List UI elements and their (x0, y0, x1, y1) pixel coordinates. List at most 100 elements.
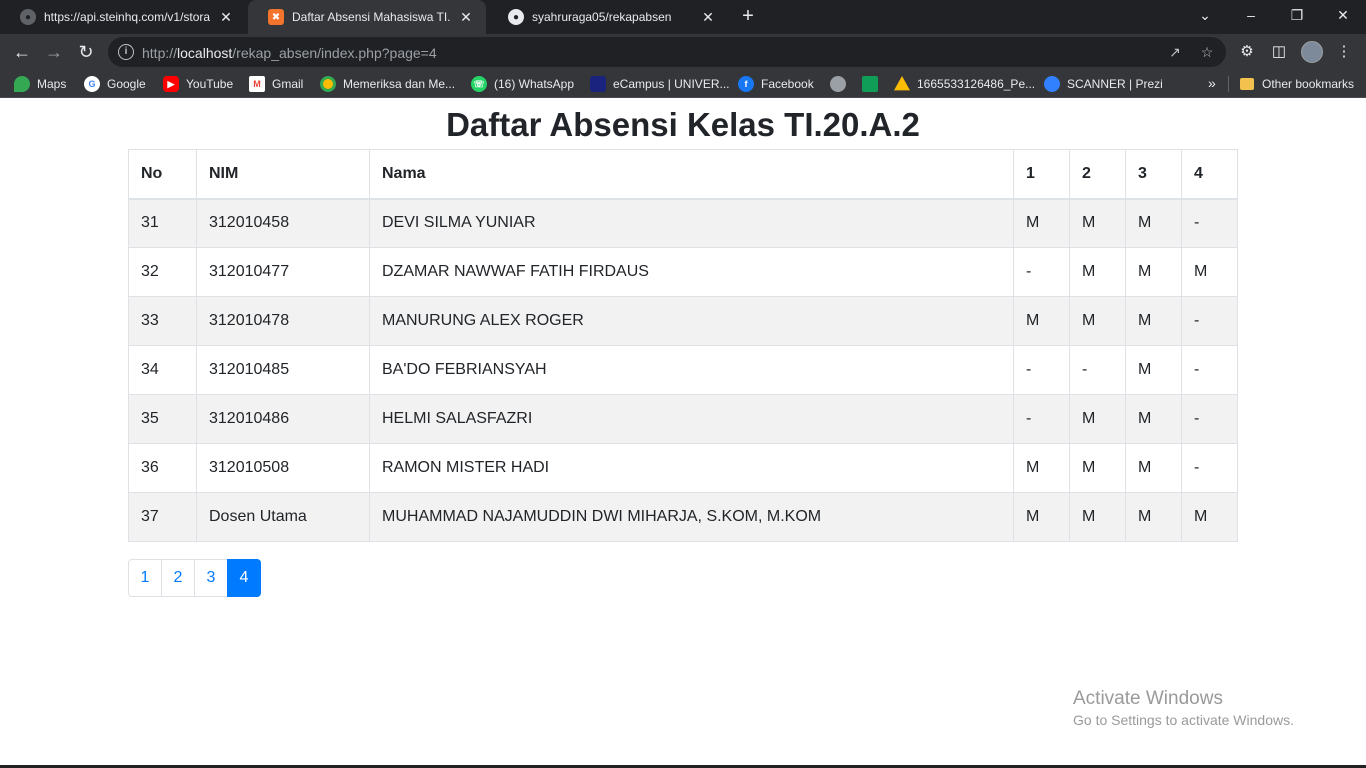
back-button[interactable]: ← (10, 40, 34, 64)
close-window-button[interactable]: ✕ (1320, 0, 1366, 30)
bookmark-drive-file[interactable]: 1665533126486_Pe... (894, 76, 1035, 92)
other-bookmarks[interactable]: Other bookmarks (1240, 76, 1354, 92)
cell-nama: BA'DO FEBRIANSYAH (369, 345, 1014, 395)
cell-meeting-2: - (1069, 345, 1126, 395)
page-link-1[interactable]: 1 (128, 559, 162, 597)
table-header-row: No NIM Nama 1 2 3 4 (128, 149, 1238, 200)
cell-meeting-3: M (1125, 394, 1182, 444)
cell-no: 36 (128, 443, 197, 493)
bookmark-gmail[interactable]: M Gmail (249, 76, 303, 92)
new-tab-button[interactable]: + (738, 6, 758, 26)
cell-no: 37 (128, 492, 197, 542)
bookmark-youtube[interactable]: ▶ YouTube (163, 76, 233, 92)
cell-no: 35 (128, 394, 197, 444)
column-header-meeting-4: 4 (1181, 149, 1238, 200)
cell-meeting-2: M (1069, 443, 1126, 493)
cell-nim: 312010486 (196, 394, 370, 444)
cell-meeting-4: - (1181, 198, 1238, 248)
column-header-nama: Nama (369, 149, 1014, 200)
cell-meeting-1: - (1013, 394, 1070, 444)
bookmark-label: SCANNER | Prezi (1067, 77, 1163, 91)
cell-meeting-1: - (1013, 247, 1070, 297)
cell-no: 34 (128, 345, 197, 395)
bookmark-separator (1228, 76, 1229, 92)
youtube-icon: ▶ (163, 76, 179, 92)
tab-daftar-absensi[interactable]: ✖ Daftar Absensi Mahasiswa TI.20.A ✕ (248, 0, 486, 34)
tab-steinhq[interactable]: ● https://api.steinhq.com/v1/storag ✕ (0, 0, 246, 34)
bookmark-globe[interactable] (830, 76, 853, 92)
watermark-title: Activate Windows (1073, 688, 1223, 709)
cell-nama: DZAMAR NAWWAF FATIH FIRDAUS (369, 247, 1014, 297)
close-icon[interactable]: ✕ (458, 9, 474, 26)
cell-meeting-1: M (1013, 492, 1070, 542)
star-icon[interactable]: ☆ (1198, 43, 1216, 61)
pagination: 1 2 3 4 (128, 559, 261, 597)
cell-meeting-2: M (1069, 198, 1126, 248)
address-bar[interactable]: i http://localhost/rekap_absen/index.php… (108, 37, 1226, 67)
page-link-4-active[interactable]: 4 (227, 559, 261, 597)
cell-meeting-3: M (1125, 247, 1182, 297)
table-row: 33 312010478 MANURUNG ALEX ROGER M M M - (128, 296, 1238, 346)
folder-icon (862, 76, 878, 92)
avatar[interactable] (1301, 41, 1323, 63)
cell-meeting-3: M (1125, 443, 1182, 493)
info-icon[interactable]: i (118, 44, 134, 60)
page-link-2[interactable]: 2 (161, 559, 195, 597)
tab-search-icon[interactable]: ⌄ (1182, 0, 1228, 30)
page-link-3[interactable]: 3 (194, 559, 228, 597)
cell-meeting-2: M (1069, 296, 1126, 346)
bookmark-label: 1665533126486_Pe... (917, 77, 1036, 91)
column-header-meeting-3: 3 (1125, 149, 1182, 200)
bookmark-maps[interactable]: Maps (14, 76, 66, 92)
cell-nama: DEVI SILMA YUNIAR (369, 198, 1014, 248)
chrome-icon (320, 76, 336, 92)
bookmark-label: Facebook (761, 77, 814, 91)
bookmark-folder-green[interactable] (862, 76, 885, 92)
close-icon[interactable]: ✕ (700, 9, 716, 26)
table-row: 34 312010485 BA'DO FEBRIANSYAH - - M - (128, 345, 1238, 395)
bookmarks-bar: Maps G Google ▶ YouTube M Gmail Memeriksa d… (0, 70, 1366, 98)
cell-no: 32 (128, 247, 197, 297)
bookmark-memeriksa[interactable]: Memeriksa dan Me... (320, 76, 455, 92)
cell-nim: 312010458 (196, 198, 370, 248)
cell-meeting-4: M (1181, 247, 1238, 297)
restore-button[interactable]: ❐ (1274, 0, 1320, 30)
bookmark-facebook[interactable]: f Facebook (738, 76, 814, 92)
extensions-icon[interactable]: ⚙ (1237, 42, 1257, 62)
forward-button[interactable]: → (42, 40, 66, 64)
cell-meeting-4: - (1181, 345, 1238, 395)
more-bookmarks-button[interactable]: » (1208, 75, 1216, 91)
windows-activation-watermark: Activate Windows Go to Settings to activ… (1073, 688, 1294, 728)
table-row: 37 Dosen Utama MUHAMMAD NAJAMUDDIN DWI MIH… (128, 492, 1238, 542)
gmail-icon: M (249, 76, 265, 92)
column-header-meeting-2: 2 (1069, 149, 1126, 200)
prezi-icon (1044, 76, 1060, 92)
cell-meeting-2: M (1069, 394, 1126, 444)
tab-github[interactable]: ● syahruraga05/rekapabsen ✕ (488, 0, 728, 34)
bookmark-label: (16) WhatsApp (494, 77, 575, 91)
folder-icon (1240, 78, 1254, 90)
bookmark-whatsapp[interactable]: ☏ (16) WhatsApp (471, 76, 574, 92)
page-content: Daftar Absensi Kelas TI.20.A.2 No NIM Na… (0, 98, 1366, 766)
facebook-icon: f (738, 76, 754, 92)
cell-nama: MUHAMMAD NAJAMUDDIN DWI MIHARJA, S.KOM, … (369, 492, 1014, 542)
bookmark-prezi[interactable]: SCANNER | Prezi (1044, 76, 1163, 92)
menu-icon[interactable]: ⋮ (1334, 42, 1354, 62)
google-icon: G (84, 76, 100, 92)
globe-icon: ● (20, 9, 36, 25)
bookmark-ecampus[interactable]: eCampus | UNIVER... (590, 76, 729, 92)
minimize-button[interactable]: – (1228, 0, 1274, 30)
bookmark-label: Google (107, 77, 146, 91)
cell-meeting-1: - (1013, 345, 1070, 395)
tab-title: https://api.steinhq.com/v1/storag (44, 10, 210, 24)
cell-meeting-4: - (1181, 296, 1238, 346)
reload-button[interactable]: ↻ (74, 40, 98, 64)
side-panel-icon[interactable]: ◫ (1269, 42, 1289, 62)
close-icon[interactable]: ✕ (218, 9, 234, 26)
table-row: 32 312010477 DZAMAR NAWWAF FATIH FIRDAUS - M… (128, 247, 1238, 297)
cell-nim: 312010477 (196, 247, 370, 297)
share-icon[interactable]: ↗ (1166, 43, 1184, 61)
bookmark-google[interactable]: G Google (84, 76, 146, 92)
url-text[interactable]: http://localhost/rekap_absen/index.php?p… (142, 45, 437, 61)
browser-toolbar: ← → ↻ i http://localhost/rekap_absen/ind… (0, 34, 1366, 70)
